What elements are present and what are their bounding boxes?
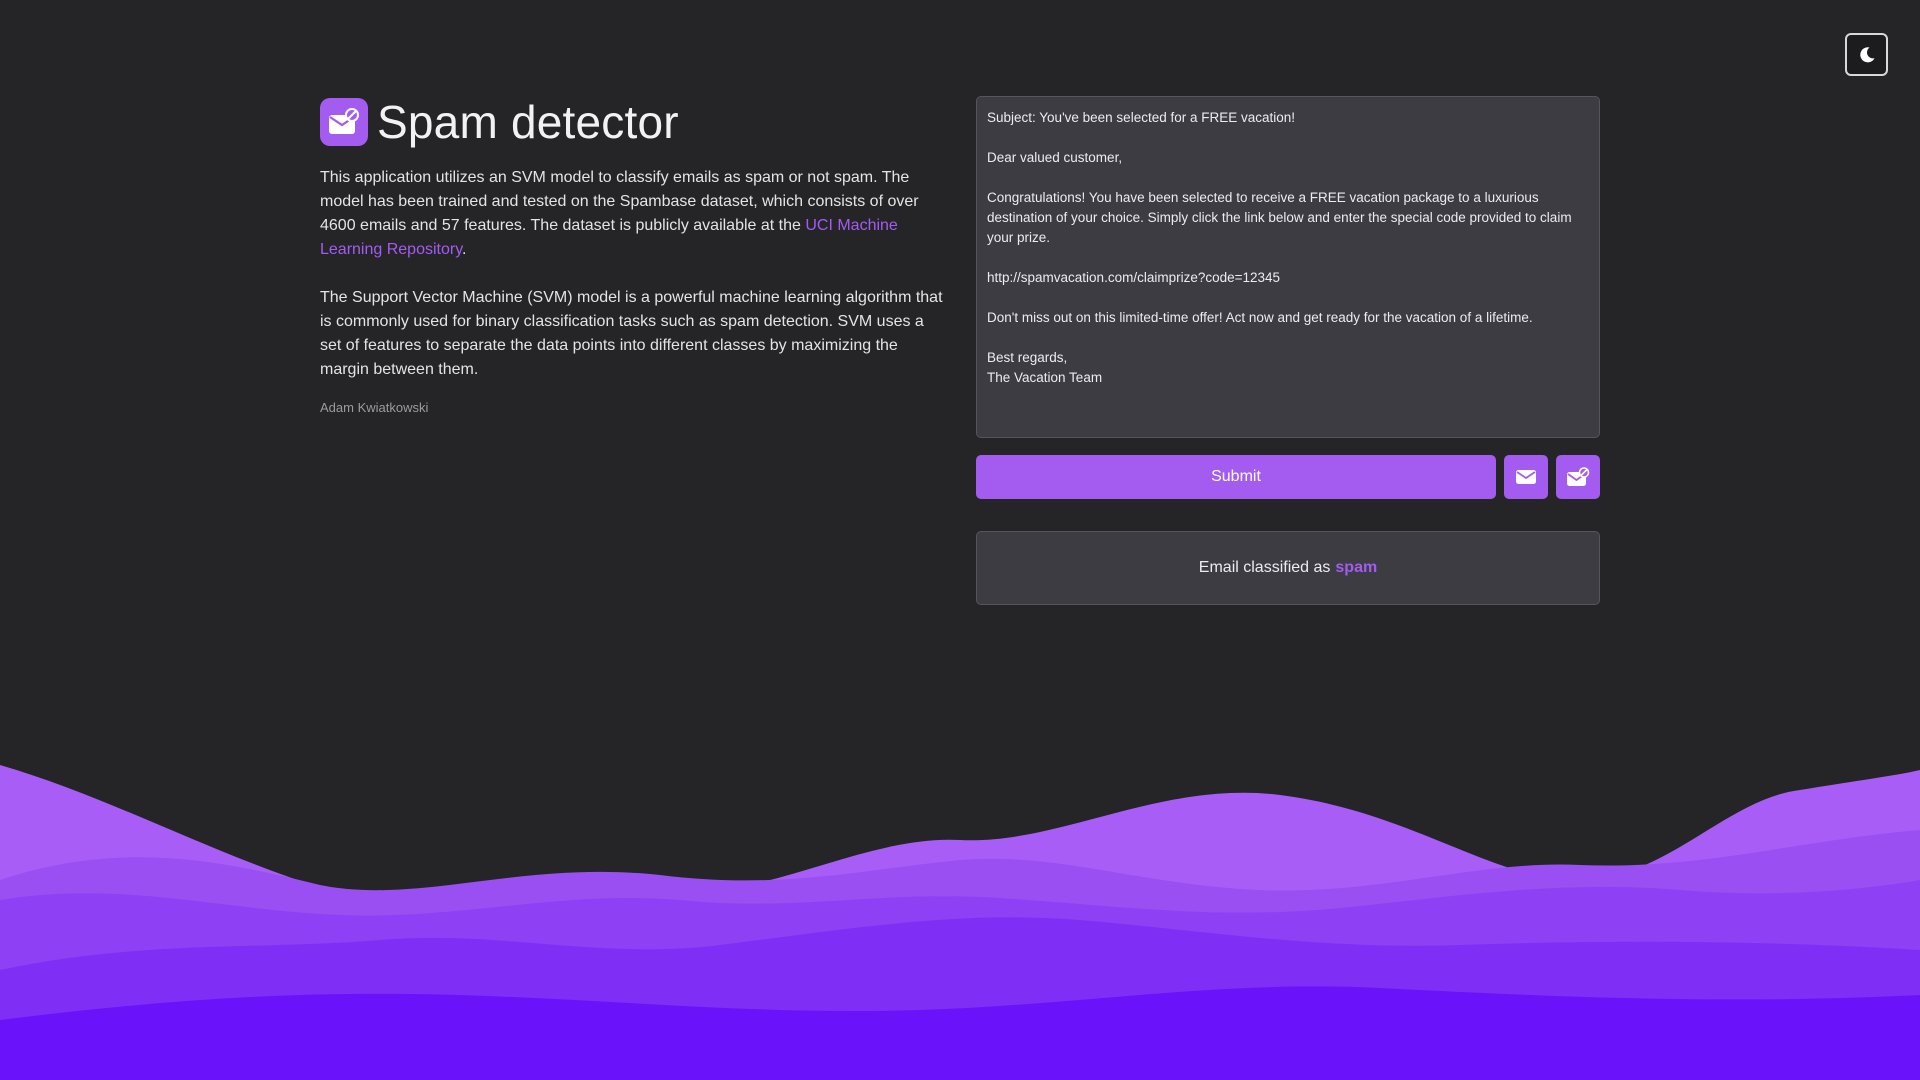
intro-paragraph-2: The Support Vector Machine (SVM) model i… xyxy=(320,289,943,378)
intro-paragraph-1: This application utilizes an SVM model t… xyxy=(320,166,944,262)
app-logo xyxy=(320,98,368,146)
envelope-blocked-icon xyxy=(1567,467,1590,486)
classifier-panel: Subject: You've been selected for a FREE… xyxy=(976,96,1600,605)
action-row: Submit xyxy=(976,455,1600,499)
result-label: spam xyxy=(1335,559,1378,576)
classification-result: Email classified as spam xyxy=(976,531,1600,605)
intro-text-end: . xyxy=(462,241,467,258)
moon-icon xyxy=(1859,46,1874,62)
email-textarea[interactable]: Subject: You've been selected for a FREE… xyxy=(976,96,1600,438)
theme-toggle-button[interactable] xyxy=(1845,33,1888,76)
decorative-waves xyxy=(0,765,1920,1080)
envelope-blocked-icon xyxy=(329,108,359,134)
load-ham-example-button[interactable] xyxy=(1504,455,1548,499)
envelope-icon xyxy=(1516,470,1536,484)
author-credit: Adam Kwiatkowski xyxy=(320,400,429,415)
page-title: Spam detector xyxy=(377,96,679,148)
result-prefix: Email classified as xyxy=(1198,559,1331,576)
submit-button[interactable]: Submit xyxy=(976,455,1496,499)
intro-panel: Spam detector This application utilizes … xyxy=(320,96,944,415)
load-spam-example-button[interactable] xyxy=(1556,455,1600,499)
title-row: Spam detector xyxy=(320,96,944,148)
